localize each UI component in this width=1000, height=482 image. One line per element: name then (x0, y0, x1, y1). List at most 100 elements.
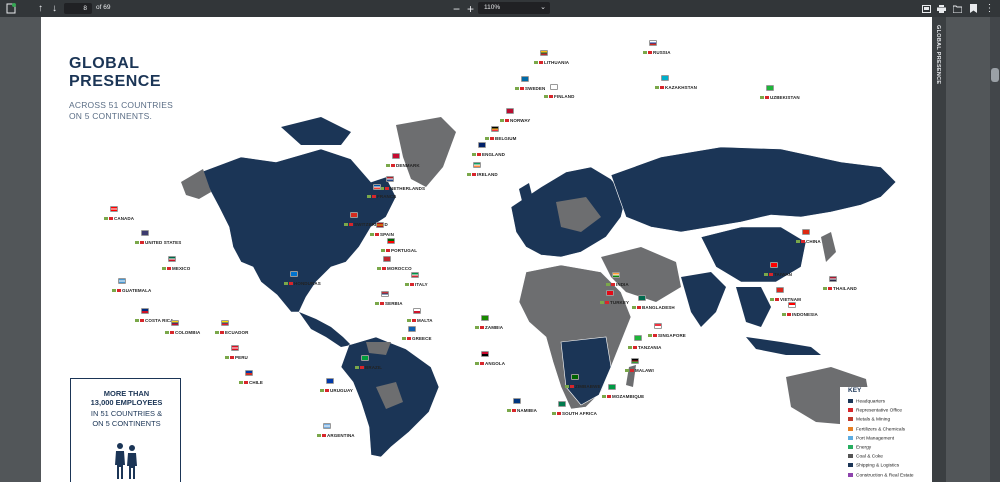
country-name: TURKEY (610, 300, 630, 305)
key-item: Coal & Coke (848, 454, 883, 459)
callout-line-3: IN 51 COUNTRIES & (90, 409, 163, 418)
country-label: DENMARK (386, 163, 420, 168)
flag-icon (606, 290, 614, 296)
country-name: UZBEKISTAN (770, 95, 800, 100)
more-options-icon[interactable]: ⋮ (983, 2, 996, 15)
flag-icon (413, 308, 421, 314)
sector-icon (606, 283, 610, 287)
office-icon (140, 319, 144, 323)
next-page-icon[interactable]: ↓ (48, 2, 61, 15)
office-icon (512, 409, 516, 413)
key-item: Energy (848, 445, 871, 450)
country-label: URUGUAY (320, 388, 353, 393)
print-icon[interactable] (935, 2, 948, 15)
country-name: MALTA (417, 318, 433, 323)
flag-icon (513, 398, 521, 404)
office-icon (140, 241, 144, 245)
office-icon (648, 51, 652, 55)
previous-page-icon[interactable]: ↑ (34, 2, 47, 15)
page-number-input[interactable]: 8 (64, 3, 92, 14)
country-label: COSTA RICA (135, 318, 174, 323)
key-item: Fertilizers & Chemicals (848, 426, 905, 432)
flag-icon (411, 272, 419, 278)
country-label: RUSSIA (643, 50, 671, 55)
bookmark-icon[interactable] (967, 2, 980, 15)
sector-icon (367, 195, 371, 199)
office-icon (480, 362, 484, 366)
country-name: NAMIBIA (517, 408, 537, 413)
sector-icon (375, 302, 379, 306)
country-name: SWEDEN (525, 86, 546, 91)
country-label: ANGOLA (475, 361, 505, 366)
sector-icon (796, 240, 800, 244)
country-label: COLOMBIA (165, 330, 200, 335)
callout-heading: MORE THAN 13,000 EMPLOYEES (71, 389, 182, 407)
country-label: PORTUGAL (381, 248, 417, 253)
country-name: GUATEMALA (122, 288, 152, 293)
flag-icon (231, 345, 239, 351)
zoom-value: 110% (484, 4, 501, 11)
office-icon (633, 346, 637, 350)
scrollbar[interactable] (990, 17, 1000, 482)
document-icon[interactable] (4, 2, 17, 15)
flag-icon (141, 308, 149, 314)
office-icon (170, 331, 174, 335)
subtitle-line-1: ACROSS 51 COUNTRIES (69, 100, 173, 110)
sector-icon (225, 356, 229, 360)
country-name: SPAIN (380, 232, 394, 237)
country-name: DENMARK (396, 163, 420, 168)
country-label: LITHUANIA (534, 60, 569, 65)
key-item-icon (848, 472, 853, 477)
country-name: ARGENTINA (327, 433, 355, 438)
country-name: CHINA (806, 239, 821, 244)
country-label: ARGENTINA (317, 433, 355, 438)
key-item-icon (848, 408, 853, 413)
title-line-1: GLOBAL (69, 55, 140, 72)
callout-line-2: 13,000 EMPLOYEES (90, 398, 163, 407)
key-item: Metals & Mining (848, 417, 890, 423)
country-name: COLOMBIA (175, 330, 201, 335)
country-name: RUSSIA (653, 50, 671, 55)
zoom-in-icon[interactable]: + (464, 2, 477, 15)
country-label: SPAIN (370, 232, 394, 237)
page-subtitle: ACROSS 51 COUNTRIES ON 5 CONTINENTS. (69, 100, 173, 122)
sector-icon (104, 217, 108, 221)
flag-icon (540, 50, 548, 56)
country-name: SOUTH AFRICA (562, 411, 598, 416)
country-name: CANADA (114, 216, 135, 221)
zoom-out-icon[interactable]: − (450, 2, 463, 15)
flag-icon (141, 230, 149, 236)
callout-line-4: ON 5 CONTINENTS (92, 418, 161, 428)
flag-icon (473, 162, 481, 168)
sector-icon (386, 164, 390, 168)
country-label: IRELAND (467, 172, 498, 177)
folder-icon[interactable] (951, 2, 964, 15)
scrollbar-thumb[interactable] (991, 68, 999, 82)
flag-icon (612, 272, 620, 278)
flag-icon (383, 256, 391, 262)
country-label: MOZAMBIQUE (602, 394, 644, 399)
sector-icon (239, 381, 243, 385)
country-name: PERU (235, 355, 248, 360)
zoom-select[interactable]: 110% ⌄ (478, 2, 550, 14)
office-icon (117, 289, 121, 293)
flag-icon (118, 278, 126, 284)
flag-icon (326, 378, 334, 384)
office-icon (557, 412, 561, 416)
subtitle-line-2: ON 5 CONTINENTS. (69, 111, 153, 121)
office-icon (637, 306, 641, 310)
flag-icon (631, 358, 639, 364)
country-name: ITALY (415, 282, 428, 287)
country-label: UNITED STATES (135, 240, 181, 245)
people-icon (115, 443, 137, 479)
flag-icon (381, 291, 389, 297)
sector-icon (823, 287, 827, 291)
flag-icon (638, 295, 646, 301)
office-icon (505, 119, 509, 123)
greenland-shape (396, 117, 456, 187)
country-label: TANZANIA (628, 345, 661, 350)
country-label: NAMIBIA (507, 408, 537, 413)
country-label: TAIWAN (764, 272, 792, 277)
flag-icon (392, 153, 400, 159)
present-icon[interactable] (920, 2, 933, 15)
